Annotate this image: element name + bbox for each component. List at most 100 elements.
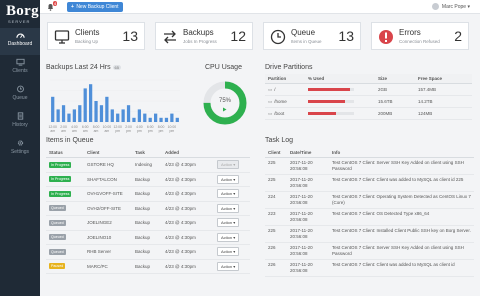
card-value: 13 <box>338 28 354 44</box>
backups-chart-title-text: Backups Last 24 Hrs <box>46 64 111 71</box>
sidebar-item-queue[interactable]: Queue <box>0 82 40 109</box>
table-header-row: Partition % Used Size Free Space <box>265 74 472 84</box>
log-time: 20:56:08 <box>290 233 308 239</box>
chart-bar <box>61 105 66 122</box>
column-header: Client <box>265 148 287 158</box>
x-tick-period: pm <box>148 129 153 133</box>
chevron-down-icon: ▾ <box>232 263 236 269</box>
card-title: Queue <box>291 28 316 37</box>
partition-label: / <box>274 86 276 92</box>
task-cell: Backup <box>132 244 162 260</box>
partitions-table: Partition % Used Size Free Space ▭/2GB 15… <box>265 74 472 120</box>
table-row: Queued RHB Server Backup 4/23 @ 4:30pm Actio… <box>46 244 250 260</box>
log-time: 20:56:08 <box>290 199 308 205</box>
clients-card[interactable]: Clients Backing Up 13 <box>47 22 145 50</box>
chart-bar <box>126 105 131 122</box>
queue-card[interactable]: Queue Items in Queue 13 <box>263 22 361 50</box>
action-dropdown-button[interactable]: Action ▾ <box>217 160 240 170</box>
client-cell: JOELINGE2 <box>84 215 132 231</box>
action-label: Action <box>221 176 233 182</box>
client-id-cell: 225 <box>265 174 287 192</box>
table-row: In Progress OVH1VOFF-SITE Backup 4/23 @ 4:3… <box>46 186 250 202</box>
size-cell: 2GB <box>375 83 415 96</box>
usage-bar-fill <box>308 100 345 104</box>
backups-bar-chart: 12:00 am2:00 am 4:00 am 6:00 am 8:00 am10:00 am12… <box>48 79 180 133</box>
sidebar-item-clients[interactable]: Clients <box>0 55 40 82</box>
size-cell: 15.6TB <box>375 95 415 108</box>
sidebar-item-settings[interactable]: Settings <box>0 136 40 163</box>
action-cell: Action ▾ <box>214 201 250 216</box>
card-value: 2 <box>454 28 462 44</box>
action-dropdown-button[interactable]: Action ▾ <box>217 203 240 213</box>
clock-icon <box>270 29 286 45</box>
datetime-cell: 2017-11-20 20:56:08 <box>287 174 329 192</box>
card-subtitle: Jobs In Progress <box>183 39 217 44</box>
x-tick-label: 12:00 pm <box>113 125 122 133</box>
task-cell: Indexing <box>132 157 162 173</box>
sidebar-item-label: Clients <box>12 68 28 74</box>
client-cell: GSTORE HQ <box>84 157 132 173</box>
x-tick-label: 6:00 pm <box>147 125 154 133</box>
action-dropdown-button[interactable]: Action ▾ <box>217 261 240 271</box>
clock-icon <box>16 85 24 93</box>
drive-icon: ▭ <box>268 110 273 116</box>
log-info: Test CentOS 7 Client: Operating System D… <box>329 191 474 209</box>
added-cell: 4/23 @ 4:30pm <box>162 201 214 216</box>
drive-icon: ▭ <box>268 86 273 92</box>
items-in-queue-title: Items in Queue <box>46 137 94 144</box>
chevron-down-icon: ▾ <box>232 162 236 168</box>
task-cell: Backup <box>132 230 162 245</box>
cpu-usage-title: CPU Usage <box>205 64 242 71</box>
action-cell: Action ▾ <box>214 172 250 187</box>
action-dropdown-button[interactable]: Action ▾ <box>217 247 240 257</box>
x-tick-period: am <box>72 129 77 133</box>
action-dropdown-button[interactable]: Action ▾ <box>217 174 240 184</box>
client-id-cell: 225 <box>265 225 287 243</box>
user-name: Marc Pope <box>441 3 467 10</box>
status-cell: In Progress <box>46 186 84 202</box>
drive-partitions-title: Drive Partitions <box>265 64 313 71</box>
avatar <box>431 3 439 10</box>
added-cell: 4/23 @ 4:30pm <box>162 215 214 231</box>
status-badge: In Progress <box>49 176 72 183</box>
sidebar-item-dashboard[interactable]: Dashboard <box>0 28 40 55</box>
card-value: 13 <box>122 28 138 44</box>
table-row: Queued JOELINGE2 Backup 4/23 @ 4:30pm Action… <box>46 215 250 231</box>
x-tick-label: 2:00 pm <box>125 125 132 133</box>
x-tick-label: 6:00 am <box>82 125 89 133</box>
table-row: In Progress SHAFTALCON Backup 4/23 @ 4:30pm… <box>46 172 250 187</box>
log-info: Test CentOS 7 Client: Server SSH Key Add… <box>329 242 474 260</box>
new-backup-client-button[interactable]: + New Backup Client <box>67 2 123 12</box>
user-menu[interactable]: Marc Pope ▾ <box>431 3 470 10</box>
action-dropdown-button[interactable]: Action ▾ <box>217 218 240 228</box>
added-cell: 4/23 @ 4:30pm <box>162 244 214 260</box>
swap-icon <box>164 30 176 44</box>
action-dropdown-button[interactable]: Action ▾ <box>217 232 240 242</box>
status-badge: Paused <box>49 263 66 270</box>
logo-wordmark: Borg <box>6 3 39 19</box>
client-id-cell: 224 <box>265 191 287 209</box>
datetime-cell: 2017-11-20 20:56:08 <box>287 225 329 243</box>
table-row: 225 2017-11-20 20:56:08 Test CentOS 7 Clien… <box>265 174 474 192</box>
table-row: Queued OVH2/OFF-SITE Backup 4/23 @ 4:30pm Ac… <box>46 201 250 216</box>
log-time: 20:56:08 <box>290 216 308 222</box>
errors-card[interactable]: Errors Connection Refused 2 <box>371 22 469 50</box>
chart-bar <box>99 105 104 122</box>
usage-bar <box>308 100 354 104</box>
status-badge: In Progress <box>49 161 72 168</box>
logo-subtext: SERVER <box>8 19 31 24</box>
free-space-cell: 124MB <box>415 107 472 120</box>
backups-card[interactable]: Backups Jobs In Progress 12 <box>155 22 253 50</box>
card-subtitle: Backing Up <box>75 39 99 44</box>
status-badge: Queued <box>49 205 66 212</box>
cpu-value-label: 75% <box>218 98 231 104</box>
free-space-cell: 14.2TB <box>415 95 472 108</box>
log-time: 20:56:08 <box>290 182 308 188</box>
usage-cell <box>305 95 375 108</box>
sidebar-item-history[interactable]: History <box>0 109 40 136</box>
notification-badge: 4 <box>53 1 58 6</box>
status-cell: In Progress <box>46 157 84 173</box>
x-tick-period: pm <box>159 129 164 133</box>
action-dropdown-button[interactable]: Action ▾ <box>217 189 240 199</box>
action-label: Action <box>221 205 233 211</box>
